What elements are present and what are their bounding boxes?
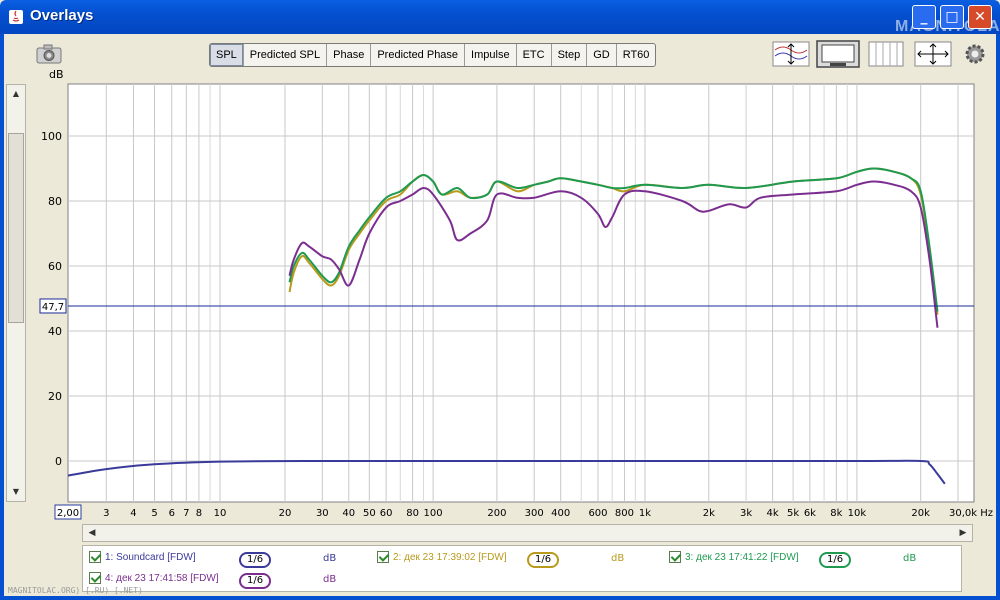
series-visibility-checkbox[interactable] [89,572,101,584]
x-tick-label: 80 [406,508,419,519]
x-tick-label: 8 [196,508,202,519]
legend-item-2: 2: дек 23 17:39:02 [FDW] [377,551,507,563]
x-tick-label: 10 [214,508,227,519]
x-tick-label: 200 [487,508,506,519]
legend-unit-label: dB [903,553,917,564]
footer-watermark: MAGNITOLAC.ORG) [.RU) [.NET) [8,586,143,595]
x-tick-label: 6 [169,508,175,519]
x-tick-label: 8k [830,508,842,519]
x-tick-label: 5 [151,508,157,519]
legend-item-1: 1: Soundcard [FDW] [89,551,196,563]
plot-area[interactable] [67,83,975,503]
scroll-left-arrow[interactable]: ◀ [84,525,100,541]
x-tick-label: 7 [183,508,189,519]
y-tick-label: 80 [48,195,62,208]
x-tick-labels: 2,00 3 4 5 6 7 8 10 20 30 40 50 60 80 100 200 300 400 600 8… [54,504,993,520]
x-tick-label: 2k [703,508,715,519]
series-visibility-checkbox[interactable] [89,551,101,563]
y-tick-label: 0 [55,455,62,468]
x-tick-label: 10k [848,508,867,519]
x-tick-label: 30,0k Hz [949,508,993,519]
x-tick-label: 4 [130,508,136,519]
x-tick-label: 20k [911,508,930,519]
x-tick-label: 60 [380,508,393,519]
cursor-value-label: 47,7 [42,302,64,313]
spl-chart[interactable]: 0 20 40 60 80 100 2,00 3 4 5 6 7 8 10 20 30 40 50 60 80 100… [0,0,1000,520]
smoothing-selector[interactable]: 1/6 [819,552,852,568]
x-tick-label: 1k [639,508,651,519]
series-visibility-checkbox[interactable] [669,551,681,563]
y-tick-label: 60 [48,260,62,273]
legend-series-name: 3: дек 23 17:41:22 [FDW] [685,551,799,563]
y-tick-label: 20 [48,390,62,403]
x-tick-label: 20 [279,508,292,519]
smoothing-selector[interactable]: 1/6 [239,573,272,589]
legend-item-4: 4: дек 23 17:41:58 [FDW] [89,572,219,584]
legend-unit-label: dB [611,553,625,564]
x-tick-label: 3 [103,508,109,519]
x-tick-label: 3k [740,508,752,519]
x-tick-label: 50 [363,508,376,519]
window-frame-bottom [0,596,1000,600]
scroll-right-arrow[interactable]: ▶ [955,525,971,541]
smoothing-selector[interactable]: 1/6 [239,552,272,568]
legend-panel: 1: Soundcard [FDW] 1/6 dB 2: дек 23 17:39:0… [82,545,962,592]
x-tick-label: 100 [424,508,443,519]
legend-series-name: 2: дек 23 17:39:02 [FDW] [393,551,507,563]
legend-unit-label: dB [323,574,337,585]
x-tick-label: 6k [804,508,816,519]
smoothing-selector[interactable]: 1/6 [527,552,560,568]
legend-unit-label: dB [323,553,337,564]
horizontal-scrollbar[interactable]: ◀ ▶ [82,524,973,542]
legend-series-name: 1: Soundcard [FDW] [105,551,196,563]
y-tick-label: 40 [48,325,62,338]
series-visibility-checkbox[interactable] [377,551,389,563]
legend-series-name: 4: дек 23 17:41:58 [FDW] [105,572,219,584]
x-tick-label: 30 [316,508,329,519]
legend-item-3: 3: дек 23 17:41:22 [FDW] [669,551,799,563]
x-tick-label: 2,00 [57,508,79,519]
x-tick-label: 4k [767,508,779,519]
x-tick-label: 400 [551,508,570,519]
x-tick-label: 600 [588,508,607,519]
x-tick-label: 40 [342,508,355,519]
x-tick-label: 300 [525,508,544,519]
x-tick-label: 5k [787,508,799,519]
x-tick-label: 800 [615,508,634,519]
y-tick-label: 100 [41,130,62,143]
